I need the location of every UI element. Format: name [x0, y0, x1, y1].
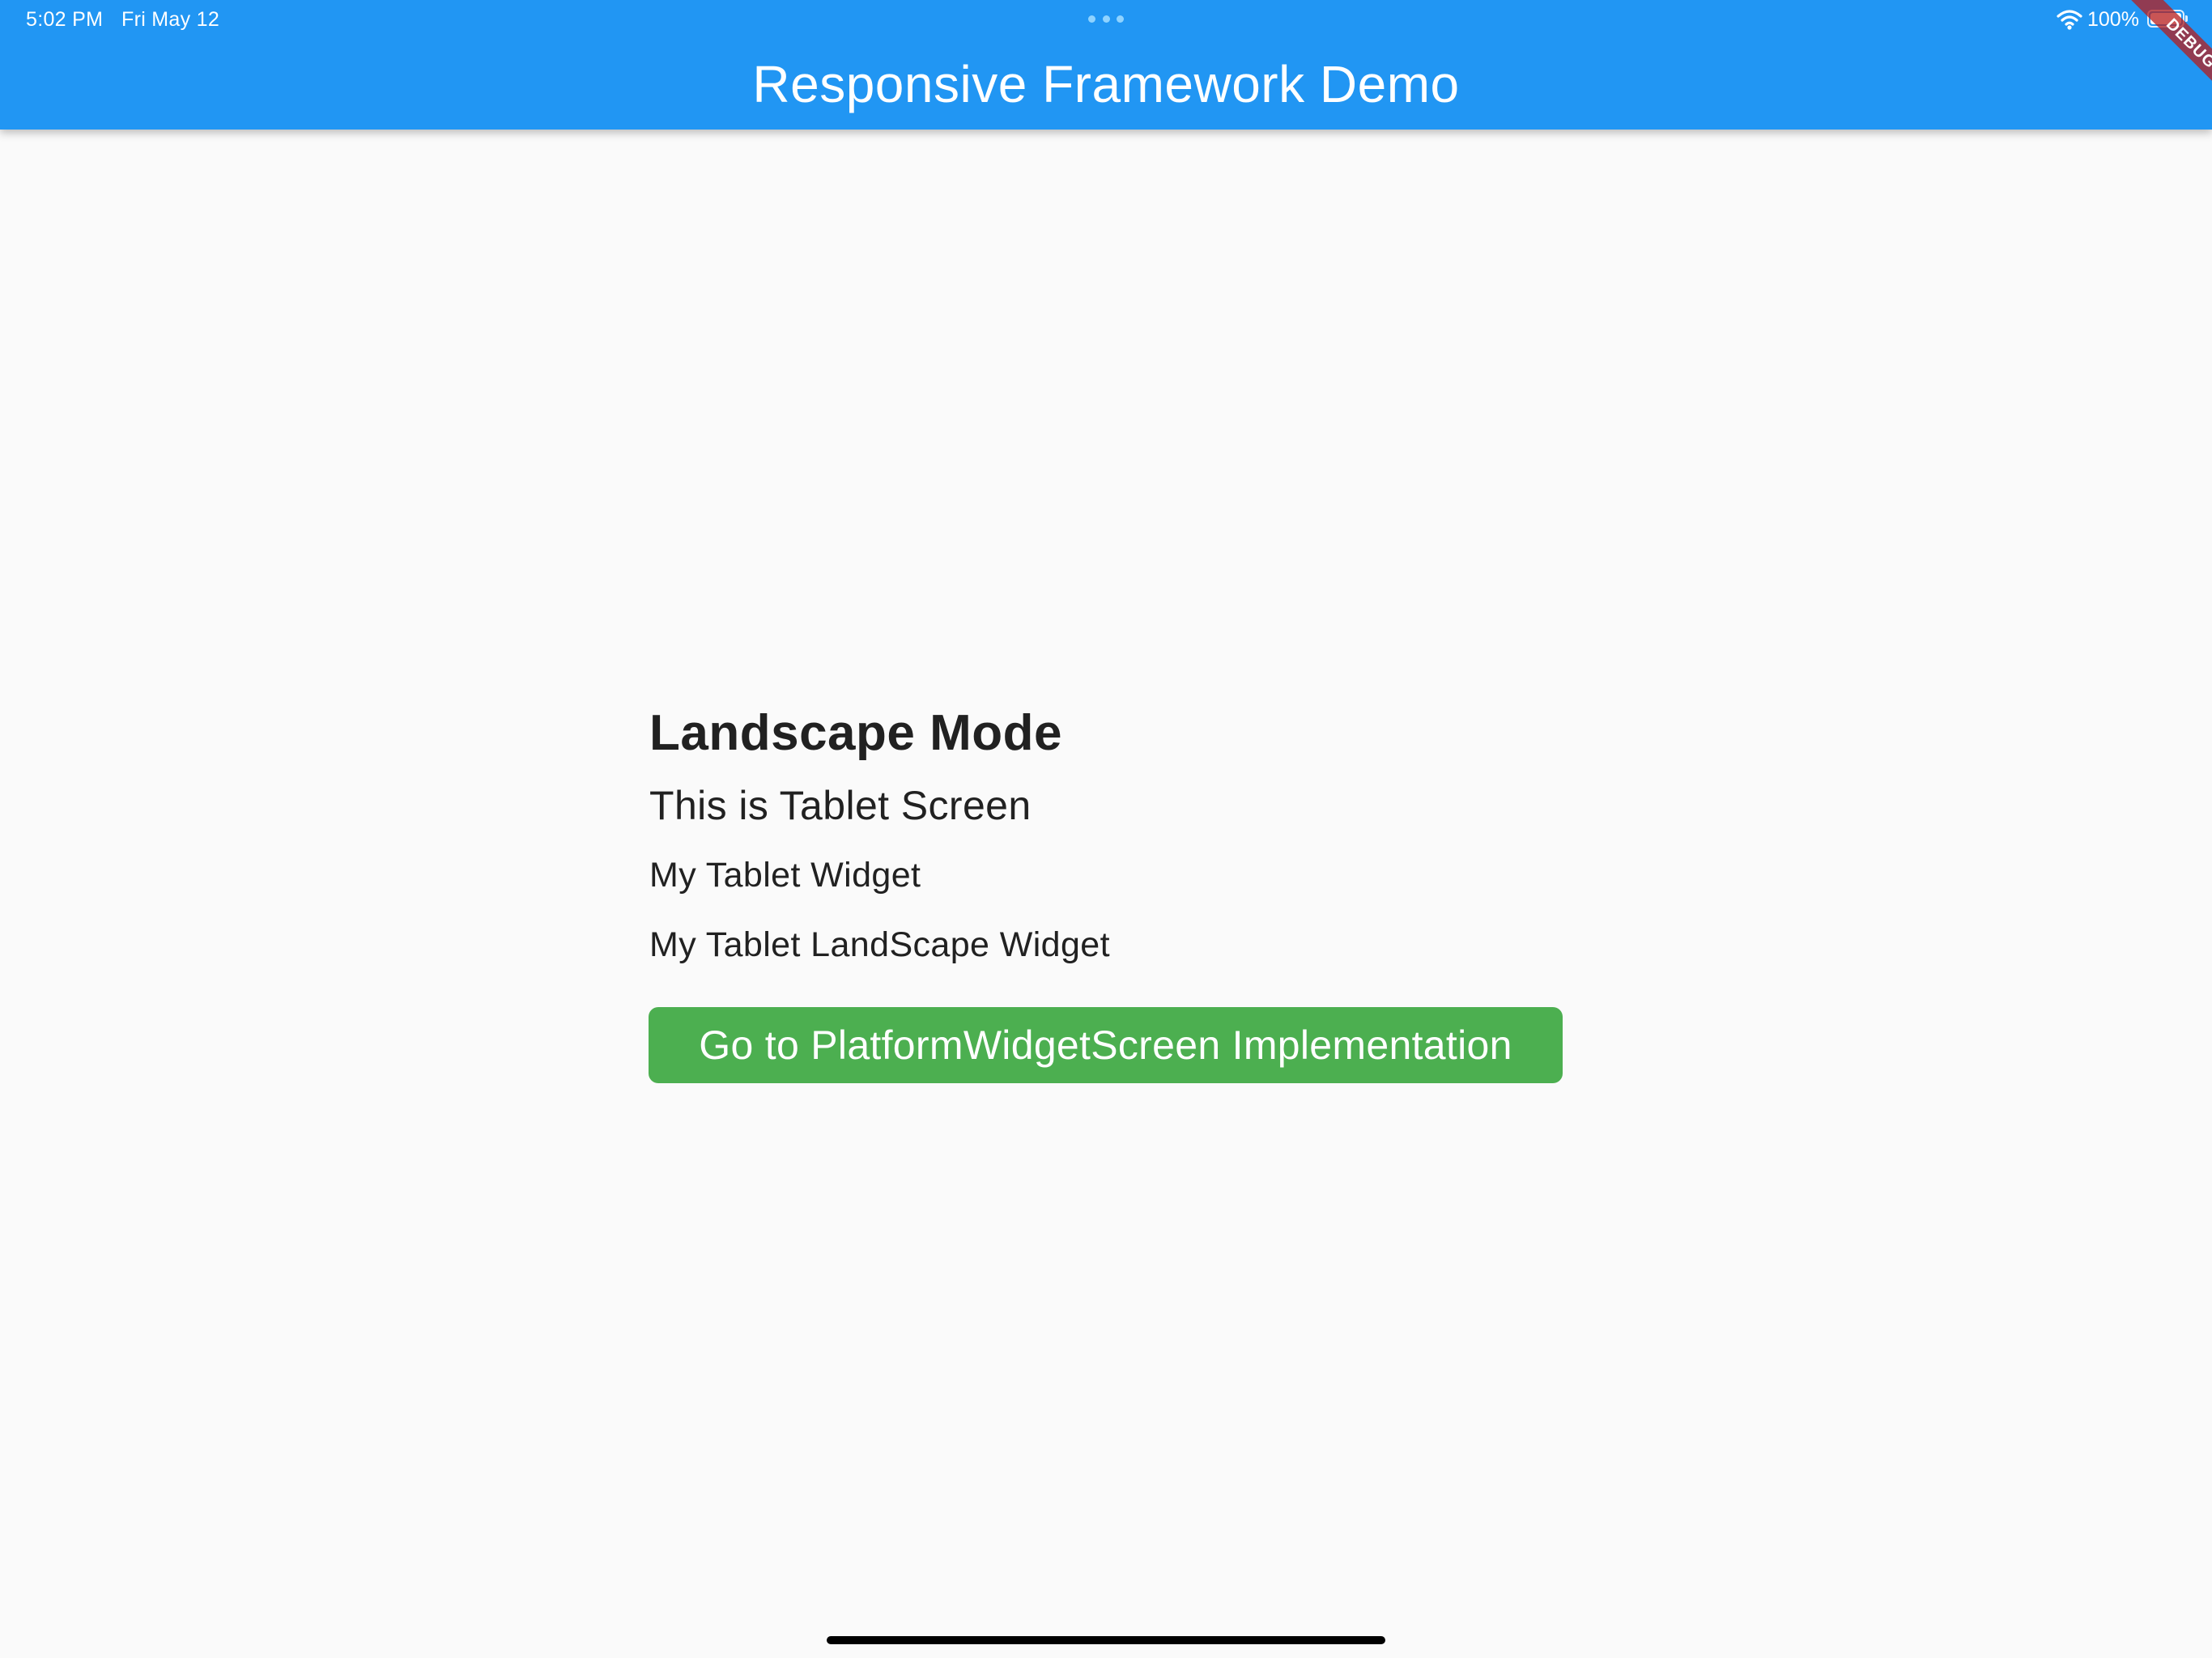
- wifi-icon: [2057, 10, 2082, 30]
- multitask-dots-icon[interactable]: [1088, 15, 1124, 23]
- page-heading: Landscape Mode: [649, 705, 1062, 761]
- status-date: Fri May 12: [121, 8, 220, 31]
- status-time: 5:02 PM: [26, 8, 104, 31]
- tablet-widget-text: My Tablet Widget: [649, 856, 921, 895]
- battery-percent: 100%: [2087, 8, 2139, 31]
- home-indicator[interactable]: [827, 1636, 1385, 1644]
- app-bar-title: Responsive Framework Demo: [752, 55, 1460, 113]
- screen-type-text: This is Tablet Screen: [649, 783, 1032, 828]
- platform-widget-screen-button[interactable]: Go to PlatformWidgetScreen Implementatio…: [649, 1007, 1563, 1083]
- tablet-landscape-widget-text: My Tablet LandScape Widget: [649, 925, 1110, 964]
- app-bar: 5:02 PM Fri May 12 100% Responsive Frame…: [0, 0, 2212, 130]
- main-content: Landscape Mode This is Tablet Screen My …: [649, 701, 1110, 967]
